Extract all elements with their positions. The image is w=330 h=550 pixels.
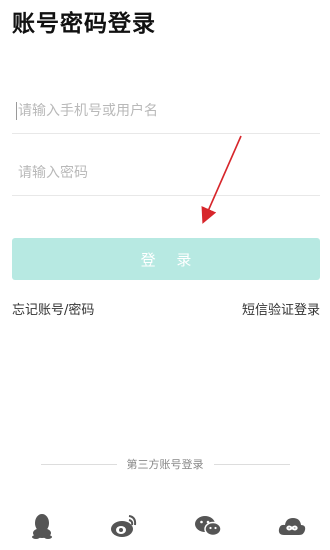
sms-login-link[interactable]: 短信验证登录 (242, 299, 320, 318)
qq-icon[interactable] (28, 512, 56, 540)
page-title: 账号密码登录 (12, 11, 156, 37)
phone-input[interactable] (12, 102, 320, 119)
divider-line-right (213, 463, 290, 465)
cloud-icon[interactable] (278, 512, 306, 540)
divider-line-left (40, 463, 117, 465)
text-cursor (16, 102, 17, 120)
forgot-password-link[interactable]: 忘记账号/密码 (12, 299, 94, 318)
login-button[interactable]: 登 录 (12, 238, 320, 280)
password-field (12, 150, 320, 196)
third-party-divider: 第三方账号登录 (0, 456, 330, 472)
weibo-icon[interactable] (110, 512, 138, 540)
login-page: 账号密码登录 登 录 忘记账号/密码 短信验证登录 第三方账号登录 (0, 0, 330, 550)
password-input[interactable] (12, 164, 320, 181)
wechat-icon[interactable] (194, 512, 222, 540)
third-party-label: 第三方账号登录 (126, 458, 204, 471)
social-login-row (0, 512, 330, 542)
phone-field (12, 88, 320, 134)
